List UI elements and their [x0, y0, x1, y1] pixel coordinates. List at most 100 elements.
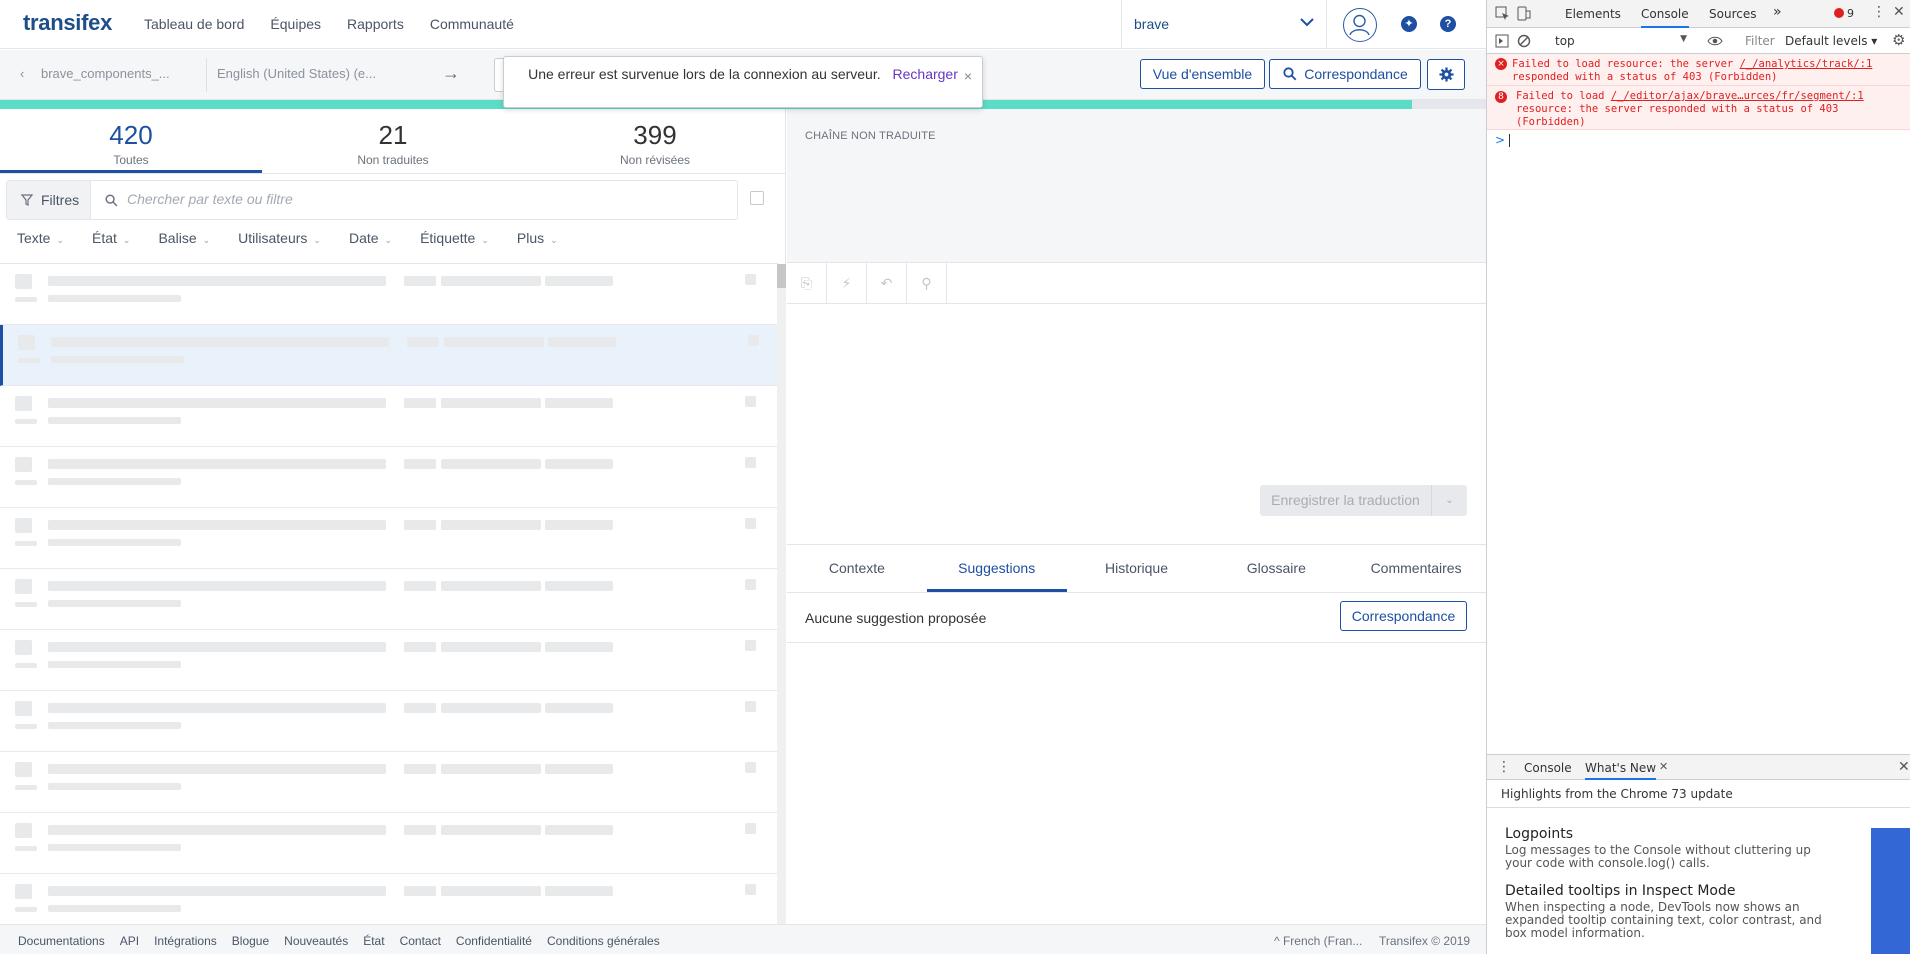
search-input[interactable]	[127, 191, 707, 207]
skeleton-placeholder	[404, 764, 436, 774]
translation-textarea[interactable]	[787, 305, 1486, 475]
save-translation-button[interactable]: Enregistrer la traduction ⌄	[1260, 485, 1467, 516]
skeleton-placeholder	[15, 457, 32, 472]
skeleton-placeholder	[15, 640, 32, 655]
close-icon[interactable]: ✕	[1893, 4, 1905, 20]
footer-link[interactable]: Documentations	[18, 934, 105, 948]
footer-link[interactable]: État	[363, 934, 384, 948]
more-tabs-icon[interactable]: »	[1773, 4, 1782, 20]
string-row-skeleton[interactable]	[0, 874, 778, 924]
whats-new-item[interactable]: Detailed tooltips in Inspect Mode When i…	[1505, 883, 1835, 940]
stat-all[interactable]: 420 Toutes	[0, 109, 262, 173]
facet-filter[interactable]: Étiquette ⌄	[420, 230, 489, 246]
close-icon[interactable]: ×	[964, 67, 972, 85]
nav-reports[interactable]: Rapports	[347, 16, 404, 32]
nav-community[interactable]: Communauté	[430, 16, 514, 32]
sidebar-toggle-icon[interactable]	[1495, 34, 1509, 48]
tab-0[interactable]: Contexte	[787, 545, 927, 592]
filters-button[interactable]: Filtres	[7, 181, 91, 219]
kebab-menu-icon[interactable]: ⋮	[1872, 4, 1886, 20]
skeleton-placeholder	[48, 844, 181, 851]
string-row-skeleton[interactable]	[0, 264, 778, 325]
string-row-skeleton[interactable]	[0, 813, 778, 874]
list-scrollbar[interactable]	[777, 264, 786, 924]
facet-filter[interactable]: État ⌄	[92, 230, 130, 246]
back-chevron-icon[interactable]: ‹	[20, 66, 24, 81]
tab-4[interactable]: Commentaires	[1346, 545, 1486, 592]
gear-icon[interactable]: ⚙	[1892, 31, 1905, 49]
drawer-menu-icon[interactable]: ⋮	[1497, 759, 1511, 775]
highlights-header: Highlights from the Chrome 73 update	[1487, 780, 1910, 808]
help-icon[interactable]: ?	[1440, 16, 1456, 32]
chevron-down-icon[interactable]: ⌄	[1432, 485, 1467, 516]
user-avatar[interactable]	[1343, 8, 1377, 42]
drawer-tab-whats-new[interactable]: What's New	[1585, 761, 1657, 780]
source-language[interactable]: English (United States) (e...	[217, 66, 376, 81]
eye-icon[interactable]	[1707, 35, 1723, 47]
overview-button[interactable]: Vue d'ensemble	[1140, 59, 1265, 89]
log-levels-dropdown[interactable]: Default levels ▾	[1785, 34, 1877, 48]
drawer-tab-console[interactable]: Console	[1524, 761, 1572, 775]
footer-link[interactable]: Confidentialité	[456, 934, 532, 948]
match-button[interactable]: Correspondance	[1269, 59, 1421, 89]
breadcrumb-resource[interactable]: brave_components_...	[41, 66, 170, 81]
string-row-skeleton[interactable]	[0, 325, 778, 386]
string-row-skeleton[interactable]	[0, 508, 778, 569]
undo-icon[interactable]: ↶	[867, 263, 907, 304]
string-row-skeleton[interactable]	[0, 447, 778, 508]
facet-filter[interactable]: Date ⌄	[349, 230, 392, 246]
close-tab-icon[interactable]: ✕	[1659, 760, 1668, 773]
copy-source-icon[interactable]: ⎘	[787, 263, 827, 304]
footer-link[interactable]: API	[120, 934, 139, 948]
devtools-tab-elements[interactable]: Elements	[1565, 7, 1621, 21]
string-row-skeleton[interactable]	[0, 630, 778, 691]
device-toggle-icon[interactable]	[1517, 6, 1531, 21]
tab-3[interactable]: Glossaire	[1206, 545, 1346, 592]
footer-link[interactable]: Conditions générales	[547, 934, 660, 948]
attachment-icon[interactable]: ⚲	[907, 263, 947, 304]
facet-filter[interactable]: Utilisateurs ⌄	[238, 230, 321, 246]
facet-label: Balise	[158, 230, 197, 246]
filter-input[interactable]: Filter	[1745, 34, 1775, 48]
inspect-icon[interactable]	[1495, 6, 1510, 21]
reload-link[interactable]: Recharger	[893, 66, 958, 82]
error-source-link[interactable]: /_/analytics/track/:1	[1740, 58, 1873, 70]
facet-filter[interactable]: Texte ⌄	[17, 230, 64, 246]
footer-link[interactable]: Intégrations	[154, 934, 217, 948]
lightning-icon[interactable]: ⚡	[827, 263, 867, 304]
devtools-tab-console[interactable]: Console	[1641, 7, 1689, 28]
settings-button[interactable]	[1427, 59, 1465, 90]
string-row-skeleton[interactable]	[0, 569, 778, 630]
context-selector[interactable]: top ▼	[1555, 31, 1687, 51]
tab-1[interactable]: Suggestions	[926, 545, 1067, 592]
whats-new-item[interactable]: Logpoints Log messages to the Console wi…	[1505, 826, 1835, 870]
nav-dashboard[interactable]: Tableau de bord	[144, 16, 244, 32]
transifex-logo[interactable]: transifex	[23, 10, 112, 36]
footer-link[interactable]: Nouveautés	[284, 934, 348, 948]
nav-teams[interactable]: Équipes	[270, 16, 321, 32]
scrollbar-thumb[interactable]	[777, 264, 786, 288]
clear-console-icon[interactable]	[1517, 34, 1531, 48]
select-all-checkbox[interactable]	[750, 191, 764, 205]
tab-2[interactable]: Historique	[1067, 545, 1207, 592]
footer-link[interactable]: Blogue	[232, 934, 269, 948]
context-value: top	[1555, 34, 1575, 48]
stat-untranslated[interactable]: 21 Non traduites	[262, 109, 524, 173]
facet-filter[interactable]: Balise ⌄	[158, 230, 210, 246]
string-row-skeleton[interactable]	[0, 386, 778, 447]
facet-filter[interactable]: Plus ⌄	[517, 230, 558, 246]
suggest-match-button[interactable]: Correspondance	[1340, 601, 1467, 631]
string-row-skeleton[interactable]	[0, 752, 778, 813]
string-row-skeleton[interactable]	[0, 691, 778, 752]
skeleton-placeholder	[15, 907, 37, 912]
close-drawer-icon[interactable]: ✕	[1898, 759, 1910, 775]
error-source-link[interactable]: /_/editor/ajax/brave…urces/fr/segment/:1	[1611, 90, 1864, 102]
footer-language[interactable]: ^ French (Fran...	[1274, 934, 1362, 948]
compass-icon[interactable]: ✦	[1401, 16, 1417, 32]
footer-link[interactable]: Contact	[400, 934, 441, 948]
devtools-tab-sources[interactable]: Sources	[1709, 7, 1756, 21]
stat-unreviewed[interactable]: 399 Non révisées	[524, 109, 786, 173]
project-selector[interactable]: brave	[1121, 0, 1327, 49]
console-prompt[interactable]: >	[1495, 133, 1505, 147]
console-caret[interactable]	[1509, 134, 1510, 147]
